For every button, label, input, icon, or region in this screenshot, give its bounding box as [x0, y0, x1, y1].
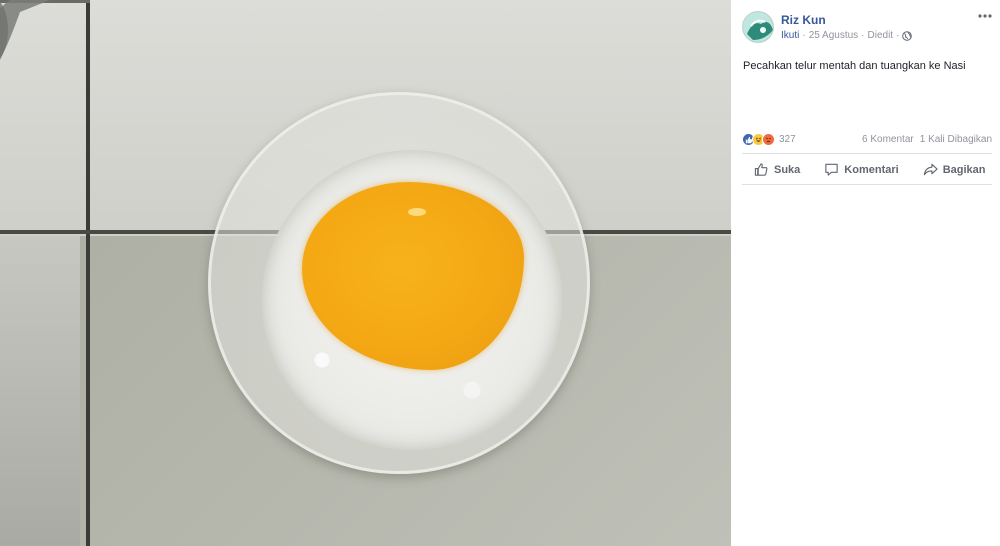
- post-actions: Suka Komentari Bagikan: [742, 156, 992, 183]
- tile-grout-vertical: [86, 0, 90, 546]
- divider: [742, 153, 992, 154]
- comment-count-link[interactable]: 6 Komentar: [862, 134, 914, 145]
- globe-icon[interactable]: [902, 30, 913, 41]
- follow-link[interactable]: Ikuti: [781, 30, 799, 41]
- author-name-link[interactable]: Riz Kun: [781, 13, 826, 27]
- comment-button[interactable]: Komentari: [812, 162, 910, 177]
- reactions-summary[interactable]: 327: [742, 133, 796, 146]
- yolk-highlight: [408, 208, 426, 216]
- more-options-icon[interactable]: [978, 12, 992, 20]
- like-label: Suka: [774, 163, 801, 176]
- avatar-image: [743, 12, 773, 42]
- share-count-link[interactable]: 1 Kali Dibagikan: [920, 134, 992, 145]
- floor-tile-left: [0, 236, 80, 546]
- avatar[interactable]: [742, 11, 774, 43]
- thumbs-up-icon: [754, 163, 768, 176]
- share-button[interactable]: Bagikan: [911, 162, 998, 177]
- post-caption: Pecahkan telur mentah dan tuangkan ke Na…: [743, 60, 966, 72]
- angry-reaction-icon: [762, 133, 775, 146]
- share-label: Bagikan: [942, 163, 986, 176]
- comment-bubble-icon: [825, 163, 838, 176]
- meta-separator: ·: [802, 30, 806, 41]
- comment-label: Komentari: [844, 163, 899, 176]
- post-stats: 6 Komentar 1 Kali Dibagikan: [862, 134, 992, 145]
- share-arrow-icon: [923, 163, 938, 176]
- like-button[interactable]: Suka: [742, 162, 812, 177]
- meta-separator: ·: [861, 30, 865, 41]
- post-meta: Ikuti · 25 Agustus · Diedit ·: [781, 30, 913, 41]
- spoon-icon: [0, 0, 50, 60]
- post-sidebar: Riz Kun Ikuti · 25 Agustus · Diedit · Pe…: [731, 0, 1000, 546]
- post-date[interactable]: 25 Agustus: [809, 30, 858, 41]
- divider: [742, 184, 992, 185]
- edited-label[interactable]: Diedit: [868, 30, 894, 41]
- meta-separator: ·: [896, 30, 900, 41]
- post-photo[interactable]: [0, 0, 731, 546]
- reaction-count: 327: [779, 134, 796, 145]
